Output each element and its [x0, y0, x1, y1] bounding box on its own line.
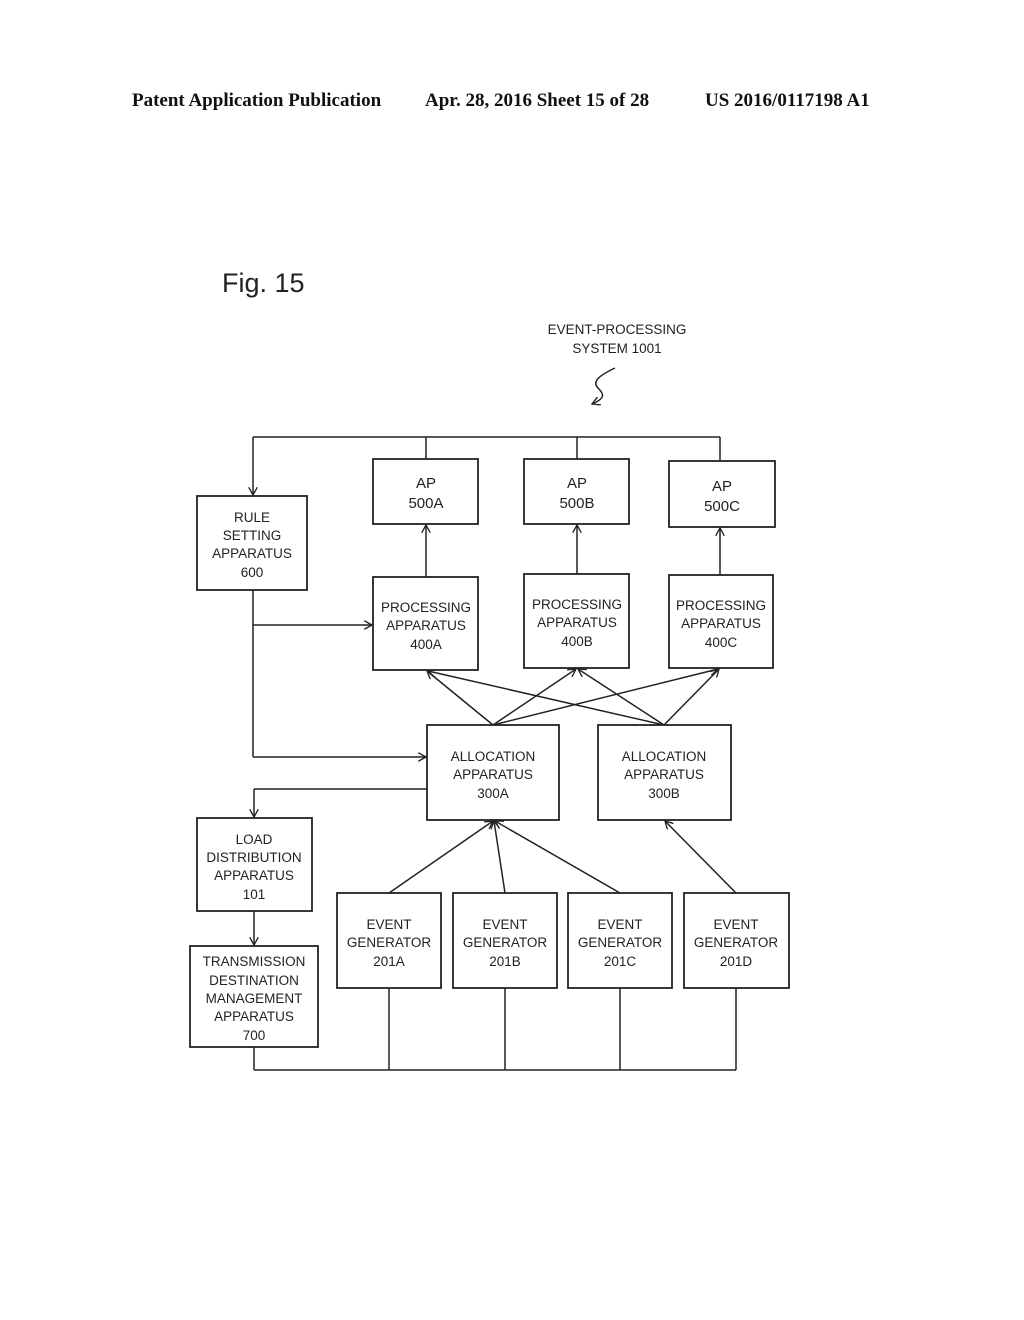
node-label-line: SETTING	[223, 528, 282, 543]
node-label-line: MANAGEMENT	[206, 991, 303, 1006]
node-label-line: PROCESSING	[381, 600, 471, 615]
arrow-201a-to-300a	[388, 821, 493, 894]
node-label-line: 300A	[477, 786, 509, 801]
load-distribution-apparatus-101: LOAD DISTRIBUTION APPARATUS 101	[196, 817, 313, 912]
arrow-201d-to-300b	[665, 821, 737, 894]
arrow-300a-to-400c	[492, 669, 718, 726]
arrow-300a-to-400b	[492, 669, 576, 726]
node-label-line: GENERATOR	[578, 935, 663, 950]
node-label-line: AP	[416, 475, 436, 492]
allocation-apparatus-300a: ALLOCATION APPARATUS 300A	[426, 724, 560, 821]
node-label-line: AP	[712, 478, 732, 495]
node-label-line: 101	[243, 887, 266, 902]
processing-apparatus-400b: PROCESSING APPARATUS 400B	[523, 573, 630, 669]
node-label-line: EVENT	[366, 917, 411, 932]
node-label-line: 201B	[489, 954, 521, 969]
node-label-line: EVENT	[482, 917, 527, 932]
node-label-line: ALLOCATION	[451, 749, 536, 764]
arrow-300b-to-400b	[578, 669, 665, 726]
processing-apparatus-400a: PROCESSING APPARATUS 400A	[372, 576, 479, 671]
node-label-line: EVENT	[713, 917, 758, 932]
transmission-destination-management-apparatus-700: TRANSMISSION DESTINATION MANAGEMENT APPA…	[189, 945, 319, 1048]
node-label-line: 400A	[410, 637, 442, 652]
node-label-line: 500B	[559, 495, 594, 512]
ap-500c: AP 500C	[668, 460, 776, 528]
ap-500b: AP 500B	[523, 458, 630, 525]
node-label-line: 400B	[561, 634, 593, 649]
node-label-line: TRANSMISSION	[203, 954, 306, 969]
node-label-line: APPARATUS	[214, 868, 294, 883]
node-label-line: APPARATUS	[537, 615, 617, 630]
ap-500a: AP 500A	[372, 458, 479, 525]
node-label-line: ALLOCATION	[622, 749, 707, 764]
node-label-line: 400C	[705, 635, 738, 650]
arrow-300a-to-400a	[427, 671, 494, 726]
node-label-line: LOAD	[236, 832, 273, 847]
arrow-300b-to-400c	[663, 669, 719, 726]
arrow-201c-to-300a	[495, 821, 621, 894]
node-label-line: DESTINATION	[209, 973, 299, 988]
event-generator-201a: EVENT GENERATOR 201A	[336, 892, 442, 989]
node-label-line: APPARATUS	[453, 767, 533, 782]
node-label-line: PROCESSING	[676, 598, 766, 613]
node-label-line: AP	[567, 475, 587, 492]
node-label-line: GENERATOR	[347, 935, 432, 950]
arrow-300b-to-400a	[428, 671, 665, 726]
arrow-201b-to-300a	[494, 821, 506, 894]
allocation-apparatus-300b: ALLOCATION APPARATUS 300B	[597, 724, 732, 821]
event-generator-201d: EVENT GENERATOR 201D	[683, 892, 790, 989]
node-label-line: 500A	[408, 495, 443, 512]
node-label-line: PROCESSING	[532, 597, 622, 612]
node-label-line: EVENT	[597, 917, 642, 932]
top-bus-connector	[253, 436, 721, 495]
bottom-bus-connector	[253, 988, 737, 1071]
node-label-line: RULE	[234, 510, 270, 525]
node-label-line: 201A	[373, 954, 405, 969]
node-label-line: APPARATUS	[212, 546, 292, 561]
node-label-line: 201C	[604, 954, 637, 969]
block-diagram: RULE SETTING APPARATUS 600 AP 500A AP 50…	[189, 367, 790, 1071]
processing-apparatus-400c: PROCESSING APPARATUS 400C	[668, 574, 774, 669]
node-label-line: 201D	[720, 954, 753, 969]
node-label-line: APPARATUS	[386, 618, 466, 633]
node-label-line: 500C	[704, 498, 740, 515]
node-label-line: APPARATUS	[624, 767, 704, 782]
event-generator-201c: EVENT GENERATOR 201C	[567, 892, 673, 989]
node-label-line: DISTRIBUTION	[206, 850, 301, 865]
node-label-line: APPARATUS	[681, 616, 761, 631]
node-label-line: GENERATOR	[463, 935, 548, 950]
node-label-line: 700	[243, 1028, 266, 1043]
rule-setting-apparatus-600: RULE SETTING APPARATUS 600	[196, 495, 308, 591]
reference-squiggle-arrow	[592, 367, 616, 404]
node-label-line: 300B	[648, 786, 680, 801]
event-generator-201b: EVENT GENERATOR 201B	[452, 892, 558, 989]
node-label-line: GENERATOR	[694, 935, 779, 950]
arrow-300a-to-101	[254, 788, 427, 817]
node-label-line: 600	[241, 565, 264, 580]
node-label-line: APPARATUS	[214, 1009, 294, 1024]
